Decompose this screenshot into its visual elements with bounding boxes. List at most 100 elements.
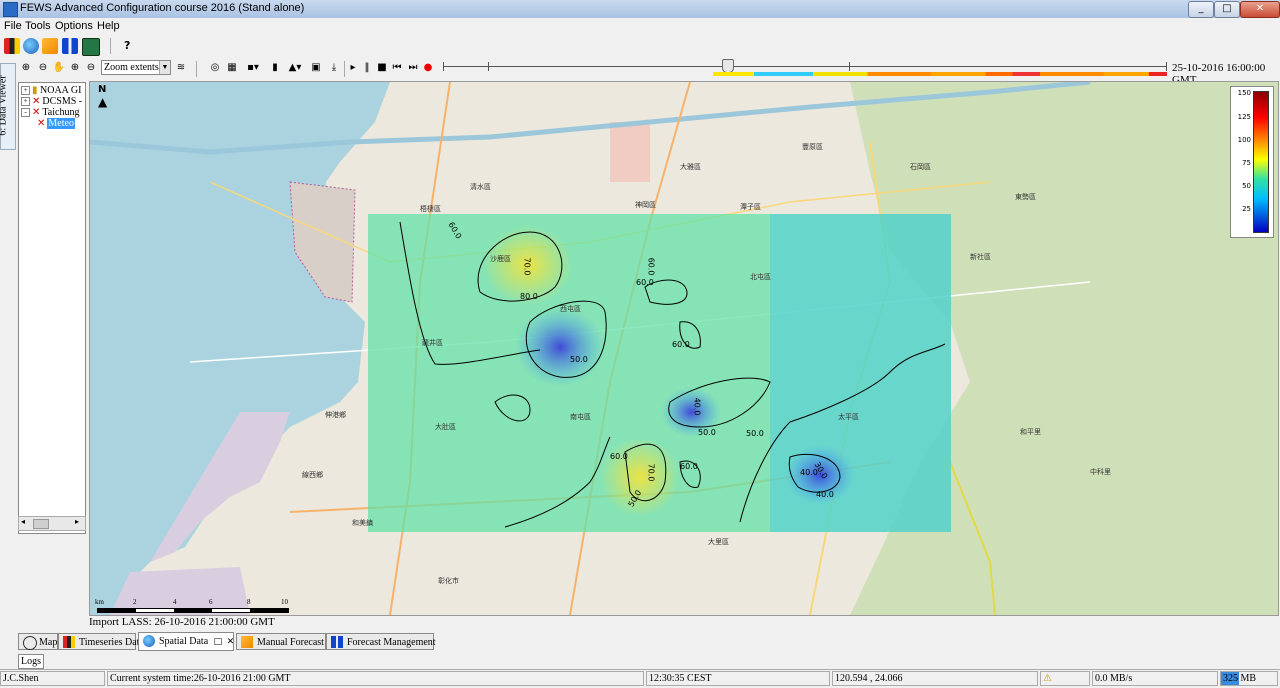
skip-back-icon[interactable]: ⏮ — [390, 61, 404, 75]
record-icon[interactable]: ● — [421, 61, 435, 75]
tab-label: Map — [39, 637, 58, 648]
scale-unit: km — [95, 598, 104, 606]
tab-map[interactable]: Map — [18, 633, 58, 650]
close-button[interactable]: ✕ — [1240, 1, 1280, 18]
main-toolbar: ? — [0, 35, 1280, 57]
menu-bar: File Tools Options Help — [0, 18, 1280, 34]
spatial-map[interactable]: 60.0 70.0 80.0 60.0 60.0 50.0 60.0 40.0 … — [89, 81, 1279, 616]
warning-icon[interactable]: ⚠ — [1043, 673, 1052, 684]
menu-tools[interactable]: Tools — [25, 20, 51, 32]
tree-horizontal-scrollbar[interactable]: ◂ ▸ — [18, 516, 86, 531]
tree-item-label: Meteo — [47, 118, 75, 129]
zoom-previous-icon[interactable]: ⊕ — [68, 61, 82, 75]
filter-icon[interactable] — [4, 38, 20, 54]
scroll-right-icon[interactable]: ▸ — [75, 517, 79, 526]
pan-hand-icon[interactable]: ✋ — [52, 61, 66, 75]
contour-label: 60.0 — [636, 278, 654, 287]
close-icon[interactable]: ✕ — [227, 637, 235, 647]
tab-spatial-data[interactable]: Spatial Data □ ✕ — [138, 632, 234, 651]
tree-item-label: NOAA GI — [40, 85, 82, 96]
location-tree: + ▮ NOAA GI + ✕ DCSMS - - ✕ Taichung ✕ Meteo — [18, 82, 86, 534]
scroll-left-icon[interactable]: ◂ — [21, 517, 25, 526]
play-icon[interactable]: ▸ — [346, 61, 360, 75]
help-button[interactable]: ? — [124, 39, 130, 52]
data-viewer-tab[interactable]: 6: Data Viewer — [0, 63, 16, 150]
scrollbar-thumb[interactable] — [33, 519, 49, 529]
legend-value: 100 — [1237, 136, 1251, 144]
expand-icon[interactable]: + — [21, 86, 30, 96]
tree-item-meteo[interactable]: ✕ Meteo — [37, 118, 75, 129]
chevron-down-icon[interactable]: ▼ — [159, 61, 170, 74]
contour-label: 60.0 — [610, 452, 628, 461]
refresh-icon[interactable]: ◎ — [208, 61, 222, 75]
expand-icon[interactable]: + — [21, 97, 30, 107]
export-image-icon[interactable]: ⤓ — [327, 61, 341, 75]
chart-icon[interactable] — [42, 38, 58, 54]
place-label: 大里區 — [708, 538, 729, 546]
tree-item-label: Taichung — [42, 107, 80, 118]
timeline-track — [443, 66, 1167, 67]
place-label: 大雅區 — [680, 163, 701, 171]
tree-item-label: DCSMS - — [42, 96, 83, 107]
tree-item-taichung[interactable]: - ✕ Taichung — [21, 107, 79, 118]
place-label: 豐原區 — [802, 143, 823, 151]
place-label: 中科里 — [1090, 468, 1111, 476]
contour-label: 80.0 — [520, 292, 538, 301]
stop-icon[interactable]: ■ — [375, 61, 389, 75]
brightness-icon[interactable]: ▮ — [268, 61, 282, 75]
tree-item-noaa[interactable]: + ▮ NOAA GI — [21, 85, 81, 96]
zoom-out-icon[interactable]: ⊖ — [36, 61, 50, 75]
globe-icon[interactable] — [23, 38, 39, 54]
globe-icon — [23, 636, 37, 650]
place-label: 和美鎮 — [352, 519, 373, 527]
table-icon[interactable]: ▦ — [225, 61, 239, 75]
menu-file[interactable]: File — [4, 20, 22, 32]
screen-icon[interactable]: ▣ — [309, 61, 323, 75]
shape-options-icon[interactable]: ▲▾ — [285, 61, 305, 75]
timeline-tick — [488, 62, 489, 71]
zoom-next-icon[interactable]: ⊖ — [84, 61, 98, 75]
scale-label: 4 — [173, 598, 177, 606]
contour-label: 70.0 — [646, 463, 656, 482]
terminal-icon[interactable] — [82, 38, 100, 56]
place-label: 彰化市 — [438, 577, 459, 585]
window-title: FEWS Advanced Configuration course 2016 … — [20, 2, 305, 14]
zoom-in-icon[interactable]: ⊕ — [19, 61, 33, 75]
timeline-tick — [1166, 62, 1167, 71]
contour-label: 60.0 — [680, 462, 698, 471]
status-bar: J.C.Shen Current system time:26-10-2016 … — [0, 669, 1280, 688]
layers-icon[interactable]: ≋ — [174, 61, 188, 75]
minimize-button[interactable]: _ — [1188, 1, 1214, 18]
status-memory: 325 MB — [1220, 671, 1278, 686]
pause-icon[interactable]: ‖ — [360, 61, 374, 75]
time-slider[interactable] — [443, 58, 1167, 78]
collapse-icon[interactable]: - — [21, 108, 30, 118]
place-label: 伸港鄉 — [325, 411, 346, 419]
contour-label: 70.0 — [522, 257, 532, 276]
menu-help[interactable]: Help — [97, 20, 120, 32]
time-slider-thumb[interactable] — [722, 59, 734, 73]
restore-icon[interactable]: □ — [214, 637, 223, 647]
zoom-extents-select[interactable]: Zoom extents ▼ — [101, 60, 171, 75]
legend-value: 125 — [1237, 113, 1251, 121]
place-label: 龍井區 — [422, 339, 443, 347]
error-x-icon: ✕ — [32, 96, 41, 107]
grid-options-icon[interactable]: ▪▾ — [243, 61, 263, 75]
north-arrow-icon: ▲ — [98, 95, 108, 109]
maximize-button[interactable]: □ — [1214, 1, 1240, 18]
skip-forward-icon[interactable]: ⏭ — [406, 61, 420, 75]
tab-forecast-management[interactable]: Forecast Management — [326, 633, 436, 650]
menu-options[interactable]: Options — [55, 20, 93, 32]
tab-timeseries-data[interactable]: Timeseries Data — [58, 633, 144, 650]
forecast-arrows-icon[interactable] — [62, 38, 78, 54]
place-label: 和平里 — [1020, 428, 1041, 436]
status-user: J.C.Shen — [0, 671, 105, 686]
logs-tab[interactable]: Logs — [18, 654, 44, 669]
status-warning[interactable]: ⚠ — [1040, 671, 1090, 686]
status-coordinates: 120.594 , 24.066 — [832, 671, 1038, 686]
sea-area — [90, 82, 390, 615]
tree-item-dcsms[interactable]: + ✕ DCSMS - — [21, 96, 82, 107]
map-toolbar: ⊕ ⊖ ✋ ⊕ ⊖ Zoom extents ▼ ≋ ◎ ▦ ▪▾ ▮ ▲▾ ▣… — [0, 58, 1280, 86]
tab-label: Spatial Data — [159, 636, 209, 647]
tab-manual-forecast[interactable]: Manual Forecast — [236, 633, 326, 650]
